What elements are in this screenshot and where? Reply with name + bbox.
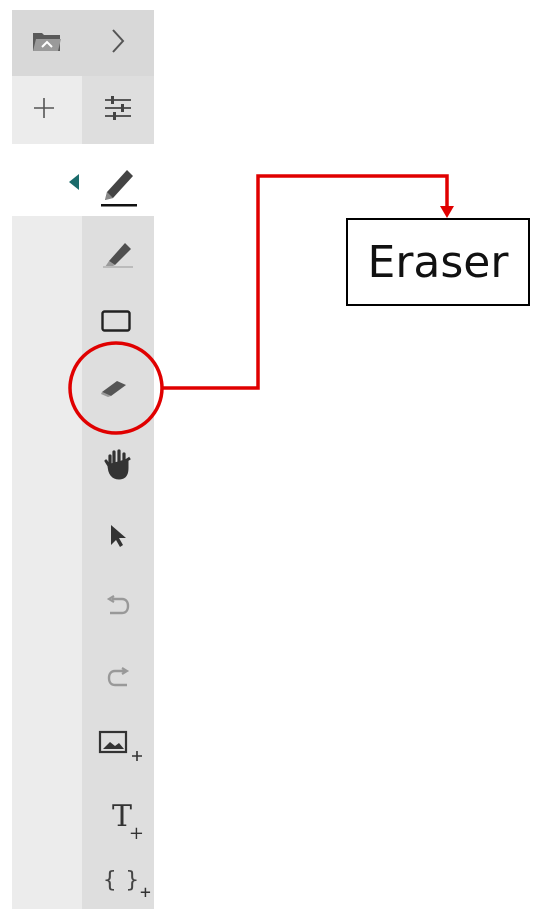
highlighter-tool-button[interactable] — [98, 236, 138, 272]
undo-button[interactable] — [100, 588, 136, 624]
select-tool-button[interactable] — [100, 518, 136, 554]
rectangle-icon — [101, 310, 131, 332]
chevron-right-icon — [112, 29, 125, 53]
insert-image-button[interactable] — [96, 726, 146, 766]
redo-button[interactable] — [100, 660, 136, 696]
eraser-tool-button[interactable] — [92, 370, 136, 406]
undo-icon — [106, 595, 130, 615]
insert-text-button[interactable]: T + — [96, 794, 148, 844]
image-plus-icon — [98, 730, 142, 761]
eraser-callout-label: Eraser — [346, 218, 530, 306]
open-folder-button[interactable] — [28, 26, 66, 56]
pen-tool-button[interactable] — [96, 160, 142, 210]
cursor-arrow-icon — [111, 525, 126, 547]
expand-toolbar-button[interactable] — [100, 24, 136, 58]
sliders-icon — [105, 96, 131, 120]
shape-tool-button[interactable] — [96, 304, 136, 338]
folder-open-icon — [33, 33, 61, 51]
triangle-left-icon — [69, 174, 79, 190]
text-plus-icon: T + — [112, 799, 144, 844]
arrow-head — [440, 206, 454, 218]
collapse-submenu-button[interactable] — [64, 170, 84, 194]
braces-glyph: { } — [103, 867, 139, 893]
pen-icon — [101, 170, 137, 207]
pan-tool-button[interactable] — [98, 444, 138, 484]
highlighter-icon — [103, 243, 133, 268]
insert-math-button[interactable]: { } + — [92, 858, 151, 903]
plus-subscript: + — [140, 881, 151, 903]
hand-icon — [104, 449, 131, 480]
settings-button[interactable] — [98, 90, 138, 126]
braces-plus-icon: { } + — [103, 867, 151, 903]
eraser-icon — [101, 381, 126, 397]
plus-subscript: + — [128, 822, 144, 844]
add-button[interactable] — [26, 90, 62, 126]
plus-icon — [34, 98, 54, 118]
redo-icon — [107, 667, 130, 687]
